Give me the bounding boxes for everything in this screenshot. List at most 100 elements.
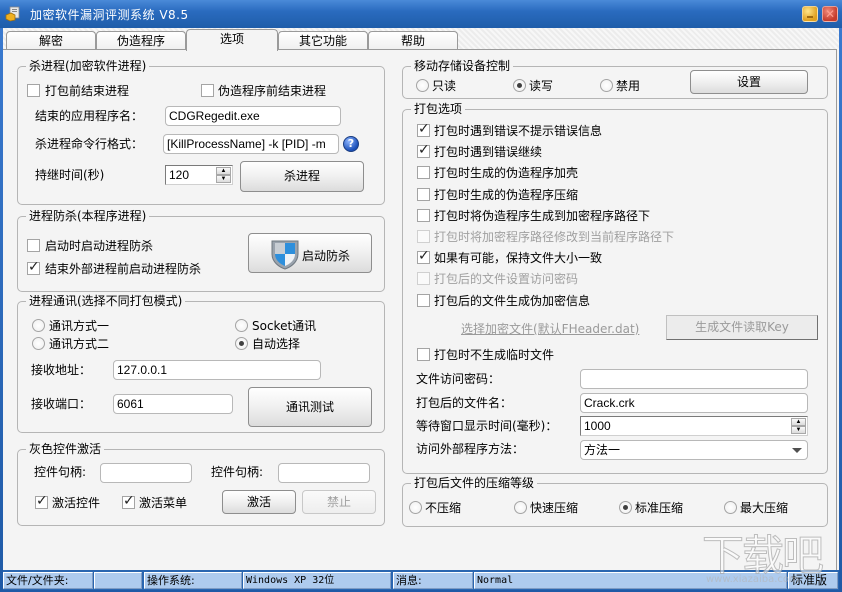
handle1-input[interactable]	[100, 463, 192, 483]
tab-help[interactable]: 帮助	[368, 31, 458, 51]
compression-standard-label: 标准压缩	[635, 501, 684, 515]
cmdline-label: 杀进程命令行格式：	[35, 137, 144, 151]
app-name-label: 结束的应用程序名：	[35, 109, 144, 123]
wait-time-spin-buttons: ▲ ▼	[791, 418, 806, 434]
activate-controls-checkbox[interactable]	[35, 493, 48, 509]
storage-disabled-radio[interactable]	[600, 79, 613, 92]
generate-key-button[interactable]: 生成文件读取Key	[666, 315, 818, 340]
activate-button[interactable]: 激活	[222, 490, 296, 514]
compression-max-label: 最大压缩	[740, 501, 789, 515]
help-icon[interactable]: ?	[343, 136, 359, 152]
status-msg-label: 消息:	[393, 572, 473, 589]
activate-controls-label: 激活控件	[52, 496, 101, 510]
pack-option-label: 打包时遇到错误不提示错误信息	[434, 124, 603, 138]
storage-readonly-radio[interactable]	[416, 79, 429, 92]
group-title: 进程通讯(选择不同打包模式)	[26, 294, 186, 308]
tab-fake-program[interactable]: 伪造程序	[96, 31, 186, 51]
tab-other-functions[interactable]: 其它功能	[278, 31, 368, 51]
pack-option-checkbox[interactable]	[417, 294, 430, 307]
compression-none-label: 不压缩	[425, 501, 462, 515]
no-temp-file-checkbox[interactable]	[417, 348, 430, 361]
handle2-input[interactable]	[278, 463, 370, 483]
anti-kill-group: 进程防杀(本程序进程) 启动时启动进程防杀 结束外部进程前启动进程防杀 启动防杀	[17, 209, 385, 292]
wait-time-spinner[interactable]: 1000 ▲ ▼	[580, 416, 808, 436]
pack-options-group: 打包选项 打包时遇到错误不提示错误信息打包时遇到错误继续打包时生成的伪造程序加壳…	[402, 102, 828, 474]
anti-kill-before-end-checkbox[interactable]	[27, 259, 40, 275]
storage-disabled-label: 禁用	[616, 79, 641, 93]
wait-time-label: 等待窗口显示时间(毫秒)：	[416, 419, 558, 433]
output-filename-input[interactable]: Crack.crk	[580, 393, 808, 413]
compression-max-radio[interactable]	[724, 501, 737, 514]
status-bar: 文件/文件夹: 操作系统: Windows XP 32位 消息: Normal …	[3, 570, 839, 590]
ipc-test-button[interactable]: 通讯测试	[248, 387, 372, 427]
chevron-down-icon	[792, 448, 802, 453]
main-window: 加密软件漏洞评测系统 V8.5 ✕ 解密 伪造程序 选项 其它功能 帮助 杀进程…	[0, 0, 842, 592]
group-title: 移动存储设备控制	[411, 59, 514, 73]
gray-activate-group: 灰色控件激活 控件句柄: 控件句柄: 激活控件 激活菜单 激活 禁止	[17, 442, 385, 526]
pack-option-checkbox[interactable]	[417, 142, 430, 158]
group-title: 打包选项	[411, 102, 466, 116]
app-name-input[interactable]: CDGRegedit.exe	[165, 106, 341, 126]
file-password-input[interactable]	[580, 369, 808, 389]
pack-option-checkbox[interactable]	[417, 166, 430, 179]
client-area: 解密 伪造程序 选项 其它功能 帮助 杀进程(加密软件进程) 打包前结束进程 伪…	[3, 28, 839, 570]
spin-up-button[interactable]: ▲	[791, 418, 806, 426]
access-method-select[interactable]: 方法一	[580, 440, 808, 460]
address-input[interactable]: 127.0.0.1	[113, 360, 321, 380]
title-bar[interactable]: 加密软件漏洞评测系统 V8.5 ✕	[0, 0, 842, 28]
minimize-button[interactable]	[802, 6, 818, 22]
storage-readwrite-radio[interactable]	[513, 79, 526, 92]
compression-standard-radio[interactable]	[619, 501, 632, 514]
compression-fast-radio[interactable]	[514, 501, 527, 514]
tab-options[interactable]: 选项	[186, 29, 278, 51]
kill-before-fake-checkbox[interactable]	[201, 84, 214, 97]
ipc-mode1-radio[interactable]	[32, 319, 45, 332]
kill-before-fake-label: 伪造程序前结束进程	[218, 84, 327, 98]
status-file-value	[94, 572, 142, 589]
cmdline-input[interactable]: [KillProcessName] -k [PID] -m	[163, 134, 339, 154]
spin-up-button[interactable]: ▲	[216, 167, 231, 175]
select-encrypted-file-link[interactable]: 选择加密文件(默认FHeader.dat)	[461, 322, 639, 336]
ipc-mode2-radio[interactable]	[32, 337, 45, 350]
pack-option-label: 打包时生成的伪造程序加壳	[434, 166, 579, 180]
handle2-label: 控件句柄:	[211, 465, 264, 479]
group-title: 进程防杀(本程序进程)	[26, 209, 150, 223]
status-os-value: Windows XP 32位	[243, 572, 391, 589]
kill-before-pack-checkbox[interactable]	[27, 84, 40, 97]
options-tab-page: 杀进程(加密软件进程) 打包前结束进程 伪造程序前结束进程 结束的应用程序名： …	[3, 49, 837, 570]
tab-strip: 解密 伪造程序 选项 其它功能 帮助	[3, 28, 839, 51]
close-button[interactable]: ✕	[822, 6, 838, 22]
kill-process-button[interactable]: 杀进程	[240, 161, 364, 192]
group-title: 杀进程(加密软件进程)	[26, 59, 150, 73]
handle1-label: 控件句柄:	[34, 465, 87, 479]
duration-spinner[interactable]: 120 ▲ ▼	[165, 165, 233, 185]
port-label: 接收端口：	[31, 397, 92, 411]
storage-settings-button[interactable]: 设置	[690, 70, 808, 94]
activate-menus-checkbox[interactable]	[122, 493, 135, 509]
start-anti-kill-button[interactable]: 启动防杀	[248, 233, 372, 273]
ipc-auto-radio[interactable]	[235, 337, 248, 350]
duration-label: 持继时间(秒)	[35, 168, 105, 182]
pack-option-label: 打包时遇到错误继续	[434, 145, 543, 159]
storage-readonly-label: 只读	[432, 79, 457, 93]
compression-none-radio[interactable]	[409, 501, 422, 514]
ipc-socket-radio[interactable]	[235, 319, 248, 332]
tab-decrypt[interactable]: 解密	[6, 31, 96, 51]
storage-readwrite-label: 读写	[529, 79, 554, 93]
spin-down-button[interactable]: ▼	[791, 426, 806, 434]
status-msg-value: Normal	[474, 572, 787, 589]
pack-option-label: 打包时生成的伪造程序压缩	[434, 188, 579, 202]
pack-option-checkbox[interactable]	[417, 188, 430, 201]
port-input[interactable]: 6061	[113, 394, 233, 414]
pack-option-checkbox[interactable]	[417, 248, 430, 264]
spin-down-button[interactable]: ▼	[216, 175, 231, 183]
group-title: 打包后文件的压缩等级	[411, 476, 538, 490]
pack-option-checkbox[interactable]	[417, 121, 430, 137]
anti-kill-on-start-checkbox[interactable]	[27, 239, 40, 252]
pack-option-checkbox[interactable]	[417, 209, 430, 222]
address-label: 接收地址：	[31, 363, 92, 377]
pack-option-label: 打包时将加密程序路径修改到当前程序路径下	[434, 230, 675, 244]
disable-button[interactable]: 禁止	[302, 490, 376, 514]
no-temp-file-label: 打包时不生成临时文件	[434, 348, 555, 362]
status-file-label: 文件/文件夹:	[3, 572, 93, 589]
